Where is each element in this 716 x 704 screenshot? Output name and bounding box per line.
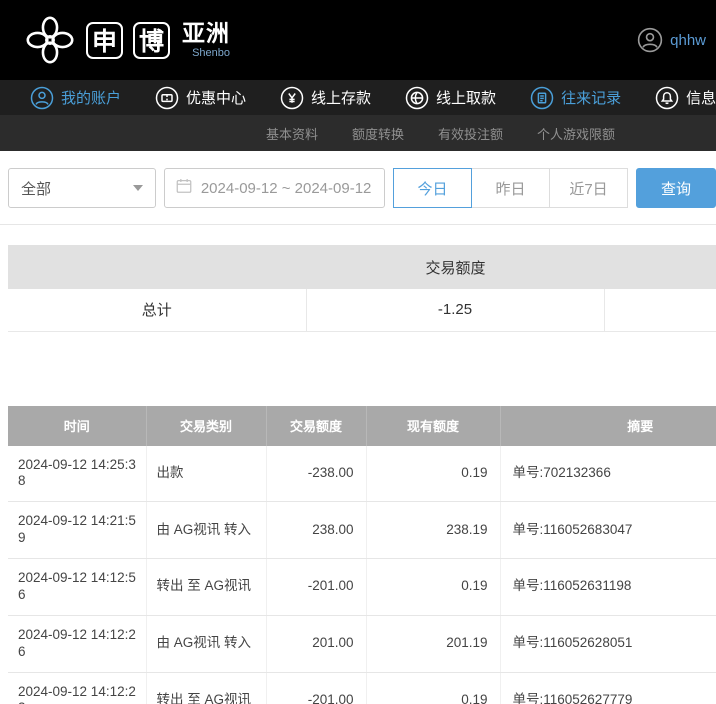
cell-summary: 单号:116052683047	[500, 502, 716, 559]
page: 申 博 亚洲 Shenbo qhhw	[0, 0, 716, 704]
cell-type: 出款	[146, 446, 266, 502]
date-range-value: 2024-09-12 ~ 2024-09-12	[201, 180, 372, 197]
logo-char-bo: 博	[133, 22, 170, 59]
filter-bar: 全部 2024-09-12 ~ 2024-09-12 今日 昨日 近7日 查询	[0, 151, 716, 225]
today-button[interactable]: 今日	[393, 168, 472, 208]
cell-summary: 单号:116052631198	[500, 559, 716, 616]
logo-suffix: 亚洲	[182, 22, 230, 45]
site-logo[interactable]: 申 博 亚洲 Shenbo	[24, 14, 230, 66]
user-account-area[interactable]: qhhw	[637, 27, 706, 53]
subnav-item-basic-info[interactable]: 基本资料	[266, 124, 318, 143]
cell-time: 2024-09-12 14:12:23	[8, 672, 146, 704]
cell-time: 2024-09-12 14:25:38	[8, 446, 146, 502]
summary-total-label: 总计	[8, 289, 306, 331]
cell-amount: 238.00	[266, 502, 366, 559]
table-row: 2024-09-12 14:12:23 转出 至 AG视讯 -201.00 0.…	[8, 672, 716, 704]
nav-item-online-deposit[interactable]: 线上存款	[280, 86, 371, 110]
nav-item-my-account[interactable]: 我的账户	[30, 86, 121, 110]
cell-balance: 238.19	[366, 502, 500, 559]
withdraw-coin-icon	[405, 86, 429, 110]
date-preset-group: 今日 昨日 近7日	[393, 168, 628, 208]
col-header-time: 时间	[8, 406, 146, 446]
flower-knot-icon	[24, 14, 76, 66]
calendar-icon	[175, 177, 193, 199]
user-circle-icon	[637, 27, 663, 53]
logo-char-shen: 申	[86, 22, 123, 59]
transaction-type-select[interactable]: 全部	[8, 168, 156, 208]
cell-balance: 201.19	[366, 615, 500, 672]
cell-type: 由 AG视讯 转入	[146, 615, 266, 672]
cell-amount: 201.00	[266, 615, 366, 672]
nav-label: 信息	[686, 87, 716, 108]
nav-item-online-withdraw[interactable]: 线上取款	[405, 86, 496, 110]
nav-item-promo-center[interactable]: 优惠中心	[155, 86, 246, 110]
records-icon	[530, 86, 554, 110]
col-header-summary: 摘要	[500, 406, 716, 446]
cell-summary: 单号:116052628051	[500, 615, 716, 672]
logo-subtitle: Shenbo	[192, 48, 230, 59]
col-header-balance: 现有额度	[366, 406, 500, 446]
nav-label: 我的账户	[61, 87, 121, 108]
transactions-table: 时间 交易类别 交易额度 现有额度 摘要 2024-09-12 14:25:38…	[8, 406, 716, 704]
summary-table-title: 交易额度	[8, 245, 716, 289]
col-header-type: 交易类别	[146, 406, 266, 446]
cell-time: 2024-09-12 14:12:26	[8, 615, 146, 672]
table-row: 2024-09-12 14:12:26 由 AG视讯 转入 201.00 201…	[8, 615, 716, 672]
type-select-value: 全部	[21, 178, 51, 199]
summary-empty-cell	[604, 289, 716, 331]
cell-amount: -238.00	[266, 446, 366, 502]
nav-label: 线上取款	[436, 87, 496, 108]
cell-summary: 单号:116052627779	[500, 672, 716, 704]
chevron-down-icon	[133, 185, 143, 191]
cell-balance: 0.19	[366, 672, 500, 704]
last-7-days-button[interactable]: 近7日	[549, 168, 628, 208]
nav-label: 优惠中心	[186, 87, 246, 108]
nav-item-transaction-records[interactable]: 往来记录	[530, 86, 621, 110]
transactions-header-row: 时间 交易类别 交易额度 现有额度 摘要	[8, 406, 716, 446]
nav-label: 线上存款	[311, 87, 371, 108]
table-row: 2024-09-12 14:12:56 转出 至 AG视讯 -201.00 0.…	[8, 559, 716, 616]
cell-balance: 0.19	[366, 559, 500, 616]
search-button[interactable]: 查询	[636, 168, 716, 208]
subnav-item-personal-game-limits[interactable]: 个人游戏限额	[537, 124, 615, 143]
cell-type: 转出 至 AG视讯	[146, 559, 266, 616]
cell-time: 2024-09-12 14:12:56	[8, 559, 146, 616]
main-nav: 我的账户 优惠中心 线上存款 线上取款 往来记录	[0, 80, 716, 115]
cell-type: 转出 至 AG视讯	[146, 672, 266, 704]
cell-amount: -201.00	[266, 559, 366, 616]
cell-balance: 0.19	[366, 446, 500, 502]
nav-label: 往来记录	[561, 87, 621, 108]
cell-amount: -201.00	[266, 672, 366, 704]
sub-nav: 基本资料 额度转换 有效投注额 个人游戏限额	[0, 115, 716, 151]
username[interactable]: qhhw	[670, 32, 706, 49]
cell-time: 2024-09-12 14:21:59	[8, 502, 146, 559]
nav-item-messages[interactable]: 信息	[655, 86, 716, 110]
summary-total-value: -1.25	[306, 289, 604, 331]
subnav-item-credit-transfer[interactable]: 额度转换	[352, 124, 404, 143]
cell-summary: 单号:702132366	[500, 446, 716, 502]
summary-total-row: 总计 -1.25	[8, 289, 716, 331]
deposit-coin-icon	[280, 86, 304, 110]
user-icon	[30, 86, 54, 110]
subnav-item-valid-bets[interactable]: 有效投注额	[438, 124, 503, 143]
top-header: 申 博 亚洲 Shenbo qhhw	[0, 0, 716, 80]
summary-table: 交易额度 总计 -1.25	[8, 245, 716, 332]
date-range-input[interactable]: 2024-09-12 ~ 2024-09-12	[164, 168, 385, 208]
cell-type: 由 AG视讯 转入	[146, 502, 266, 559]
table-row: 2024-09-12 14:25:38 出款 -238.00 0.19 单号:7…	[8, 446, 716, 502]
table-row: 2024-09-12 14:21:59 由 AG视讯 转入 238.00 238…	[8, 502, 716, 559]
coupon-icon	[155, 86, 179, 110]
bell-icon	[655, 86, 679, 110]
yesterday-button[interactable]: 昨日	[471, 168, 550, 208]
col-header-amount: 交易额度	[266, 406, 366, 446]
